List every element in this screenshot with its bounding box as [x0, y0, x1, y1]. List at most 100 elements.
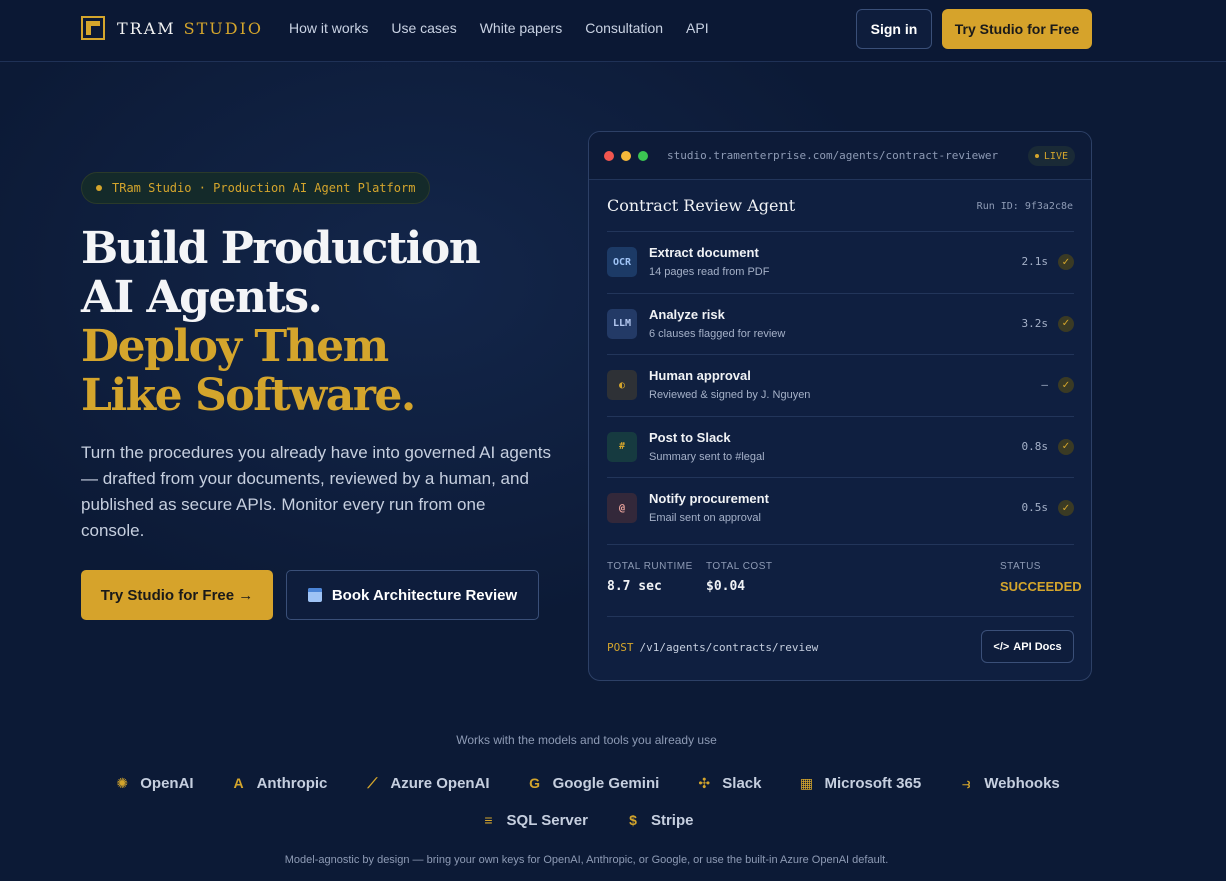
live-dot-icon	[1034, 154, 1039, 158]
brand-openai: ✺ OpenAI	[113, 774, 193, 792]
logo[interactable]: TRAM STUDIO	[81, 16, 263, 40]
integrations-heading: Works with the models and tools you alre…	[456, 733, 717, 747]
book-review-label: Book Architecture Review	[331, 586, 518, 604]
step-detail: Email sent on approval	[649, 512, 761, 524]
step-detail: 6 clauses flagged for review	[649, 327, 786, 340]
cost-summary: TOTAL COST $0.04	[706, 561, 773, 594]
window-url: studio.tramenterprise.com/agents/contrac…	[667, 149, 999, 162]
step-row: ◐ Human approval Reviewed & signed by J.…	[607, 354, 1074, 416]
book-review-button[interactable]: Book Architecture Review	[286, 570, 539, 620]
logo-text-primary: TRAM	[117, 18, 176, 38]
slack-hash-badge-icon: #	[607, 431, 637, 462]
top-nav: TRAM STUDIO How it works Use cases White…	[0, 0, 1226, 62]
step-time: —	[1041, 378, 1048, 391]
database-icon: ≡	[484, 812, 493, 828]
brand-google-gemini: G Google Gemini	[526, 774, 660, 792]
email-at-badge-icon: @	[607, 493, 637, 523]
llm-badge-icon: LLM	[607, 308, 637, 339]
hero-headline: Build Production AI Agents. Deploy Them …	[81, 223, 481, 421]
step-name: Human approval	[649, 368, 751, 383]
nav-link-consultation[interactable]: Consultation	[585, 20, 663, 36]
status-summary: STATUS SUCCEEDED	[1000, 561, 1082, 594]
check-icon: ✓	[1058, 315, 1074, 332]
step-row: @ Notify procurement Email sent on appro…	[607, 477, 1074, 539]
check-icon: ✓	[1058, 254, 1074, 270]
endpoint-path: /v1/agents/contracts/review	[639, 641, 819, 654]
brand-stripe: $ Stripe	[624, 811, 694, 829]
step-name: Extract document	[649, 245, 759, 260]
cost-value: $0.04	[706, 579, 746, 594]
agent-title: Contract Review Agent	[607, 196, 796, 215]
brand-azure-openai: ⟋ Azure OpenAI	[363, 774, 490, 792]
stripe-icon: $	[629, 812, 637, 828]
slack-icon: ✣	[698, 774, 711, 791]
brand-webhooks: ⥽ Webhooks	[957, 774, 1060, 792]
code-icon: </>	[993, 640, 1010, 653]
microsoft-icon: ▦	[799, 774, 814, 791]
brand-label: Google Gemini	[552, 774, 660, 792]
step-time: 0.8s	[1021, 439, 1049, 453]
step-row: OCR Extract document 14 pages read from …	[607, 231, 1074, 293]
step-name: Post to Slack	[649, 429, 731, 445]
brand-label: SQL Server	[506, 811, 588, 829]
nav-link-api[interactable]: API	[686, 20, 709, 36]
step-row: LLM Analyze risk 6 clauses flagged for r…	[607, 292, 1074, 355]
google-icon: G	[529, 775, 541, 791]
minimize-dot-icon	[621, 150, 631, 161]
close-dot-icon	[604, 150, 614, 161]
run-id: Run ID: 9f3a2c8e	[976, 201, 1073, 212]
nav-link-white-papers[interactable]: White papers	[480, 20, 562, 36]
azure-icon: ⟋	[367, 774, 378, 791]
agent-run-card: studio.tramenterprise.com/agents/contrac…	[588, 131, 1092, 681]
window-bar: studio.tramenterprise.com/agents/contrac…	[589, 132, 1091, 180]
headline-line-3: Deploy Them	[81, 321, 389, 372]
step-name: Analyze risk	[649, 306, 725, 322]
headline-line-1: Build Production	[81, 223, 481, 274]
step-time: 0.5s	[1021, 501, 1049, 514]
sign-in-button[interactable]: Sign in	[856, 9, 932, 49]
integrations-row-1: ✺ OpenAI A Anthropic ⟋ Azure OpenAI G Go…	[0, 774, 1173, 792]
brand-label: Webhooks	[984, 774, 1060, 792]
hero-description: Turn the procedures you already have int…	[81, 443, 552, 540]
brand-slack: ✣ Slack	[695, 774, 761, 792]
pill-dot-icon	[96, 185, 102, 191]
step-detail: 14 pages read from PDF	[649, 266, 770, 278]
runtime-value: 8.7 sec	[607, 579, 662, 594]
runtime-label: TOTAL RUNTIME	[607, 561, 693, 572]
brand-label: Stripe	[650, 811, 694, 829]
brand-label: Azure OpenAI	[390, 774, 490, 792]
logo-text-secondary: STUDIO	[183, 18, 264, 38]
headline-line-2: AI Agents.	[81, 272, 323, 323]
webhook-icon: ⥽	[962, 774, 971, 791]
brand-sql-server: ≡ SQL Server	[480, 811, 588, 829]
integrations-footnote: Model-agnostic by design — bring your ow…	[284, 854, 889, 866]
brand-microsoft-365: ▦ Microsoft 365	[797, 774, 921, 792]
integrations-row-2: ≡ SQL Server $ Stripe	[0, 811, 1173, 829]
check-icon: ✓	[1058, 438, 1074, 455]
nav-link-how-it-works[interactable]: How it works	[289, 20, 368, 36]
step-time: 2.1s	[1021, 255, 1049, 268]
try-free-cta-button[interactable]: Try Studio for Free →	[81, 570, 273, 620]
headline-line-4: Like Software.	[81, 370, 416, 421]
api-endpoint: POST/v1/agents/contracts/review	[607, 641, 818, 654]
nav-link-use-cases[interactable]: Use cases	[391, 20, 456, 36]
brand-label: OpenAI	[140, 774, 194, 792]
status-label: STATUS	[1000, 561, 1041, 572]
runtime-summary: TOTAL RUNTIME 8.7 sec	[607, 561, 693, 594]
step-detail: Reviewed & signed by J. Nguyen	[649, 389, 811, 401]
run-summary: TOTAL RUNTIME 8.7 sec TOTAL COST $0.04 S…	[607, 544, 1082, 616]
step-row: # Post to Slack Summary sent to #legal 0…	[607, 415, 1074, 478]
endpoint-method: POST	[607, 641, 634, 654]
brand-anthropic: A Anthropic	[230, 774, 328, 792]
live-badge: LIVE	[1027, 146, 1075, 166]
check-icon: ✓	[1058, 377, 1074, 393]
calendar-icon	[307, 588, 322, 602]
pill-text: TRam Studio · Production AI Agent Platfo…	[112, 181, 416, 195]
api-docs-label: API Docs	[1013, 640, 1062, 653]
try-free-nav-button[interactable]: Try Studio for Free	[942, 9, 1092, 49]
api-docs-button[interactable]: </> API Docs	[981, 630, 1074, 663]
anthropic-icon: A	[233, 775, 244, 791]
status-value: SUCCEEDED	[1000, 579, 1082, 594]
human-approval-badge-icon: ◐	[607, 370, 637, 400]
openai-icon: ✺	[116, 774, 129, 791]
